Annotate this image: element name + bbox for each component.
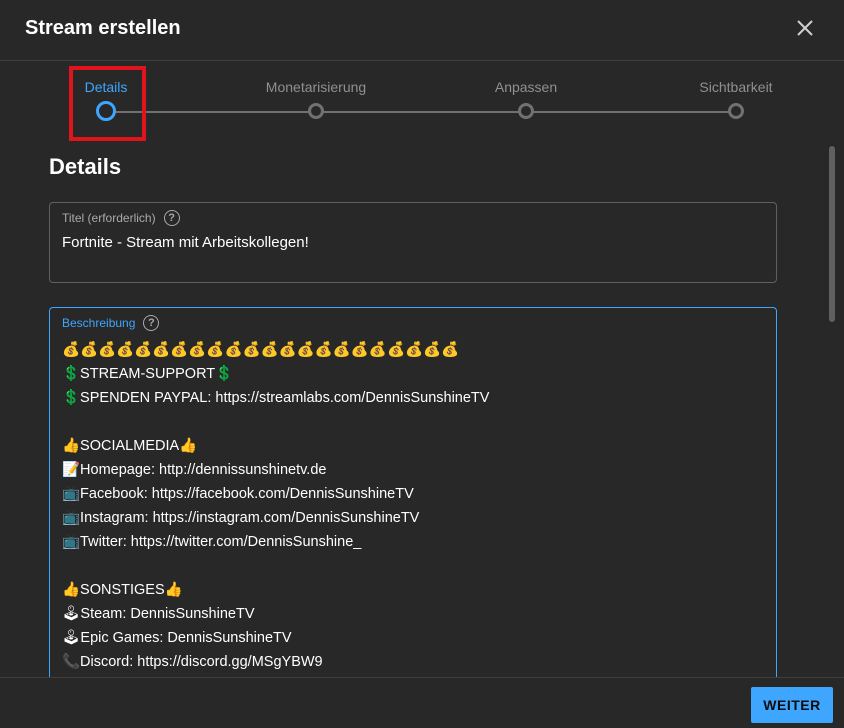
description-line: 📺Instagram: https://instagram.com/Dennis…	[62, 510, 420, 526]
stepper-line	[106, 111, 736, 113]
help-icon[interactable]: ?	[143, 315, 160, 331]
step-label: Sichtbarkeit	[699, 79, 773, 95]
description-field-label: Beschreibung	[62, 316, 136, 330]
scrollbar[interactable]	[829, 146, 835, 322]
step-label: Monetarisierung	[265, 79, 367, 95]
step-label: Anpassen	[494, 79, 558, 95]
dialog-header: Stream erstellen	[0, 0, 844, 61]
step-monetarisierung[interactable]: Monetarisierung	[246, 62, 386, 119]
dialog-title: Stream erstellen	[25, 17, 181, 39]
help-icon[interactable]: ?	[163, 210, 180, 226]
step-anpassen[interactable]: Anpassen	[456, 62, 596, 119]
description-line: 👍SOCIALMEDIA👍	[62, 438, 198, 454]
title-field-label-row: Titel (erforderlich) ?	[62, 210, 180, 226]
title-field[interactable]: Titel (erforderlich) ? Fortnite - Stream…	[49, 202, 777, 283]
description-line: 👍SONSTIGES👍	[62, 582, 183, 598]
description-line: 📝Homepage: http://dennissunshinetv.de	[62, 462, 327, 478]
description-textarea[interactable]: 💰💰💰💰💰💰💰💰💰💰💰💰💰💰💰💰💰💰💰💰💰💰 💲STREAM-SUPPORT💲 …	[62, 338, 762, 674]
section-title: Details	[49, 154, 122, 179]
step-dot	[518, 103, 534, 119]
description-field[interactable]: Beschreibung ? 💰💰💰💰💰💰💰💰💰💰💰💰💰💰💰💰💰💰💰💰💰💰 💲S…	[49, 307, 777, 687]
step-dot	[728, 103, 744, 119]
close-icon[interactable]	[794, 17, 816, 39]
next-button[interactable]: WEITER	[751, 687, 833, 723]
title-input[interactable]: Fortnite - Stream mit Arbeitskollegen!	[62, 234, 309, 251]
description-line: 📺Facebook: https://facebook.com/DennisSu…	[62, 486, 414, 502]
description-line: 📺Twitter: https://twitter.com/DennisSuns…	[62, 534, 362, 550]
dialog-footer: WEITER	[0, 677, 844, 728]
description-line: 💲SPENDEN PAYPAL: https://streamlabs.com/…	[62, 390, 490, 406]
description-line	[62, 554, 762, 578]
create-stream-dialog: Stream erstellen Details Monetarisierung…	[0, 0, 844, 728]
description-line: 🕹Epic Games: DennisSunshineTV	[62, 630, 292, 646]
description-line: 💰💰💰💰💰💰💰💰💰💰💰💰💰💰💰💰💰💰💰💰💰💰	[62, 342, 460, 358]
highlight-annotation	[69, 66, 146, 141]
description-line	[62, 410, 762, 434]
description-line: 💲STREAM-SUPPORT💲	[62, 366, 234, 382]
title-field-label: Titel (erforderlich)	[62, 211, 156, 225]
step-sichtbarkeit[interactable]: Sichtbarkeit	[666, 62, 806, 119]
description-field-label-row: Beschreibung ?	[62, 315, 160, 331]
description-line: 🕹Steam: DennisSunshineTV	[62, 606, 255, 622]
step-dot	[308, 103, 324, 119]
description-line: 📞Discord: https://discord.gg/MSgYBW9	[62, 654, 323, 670]
